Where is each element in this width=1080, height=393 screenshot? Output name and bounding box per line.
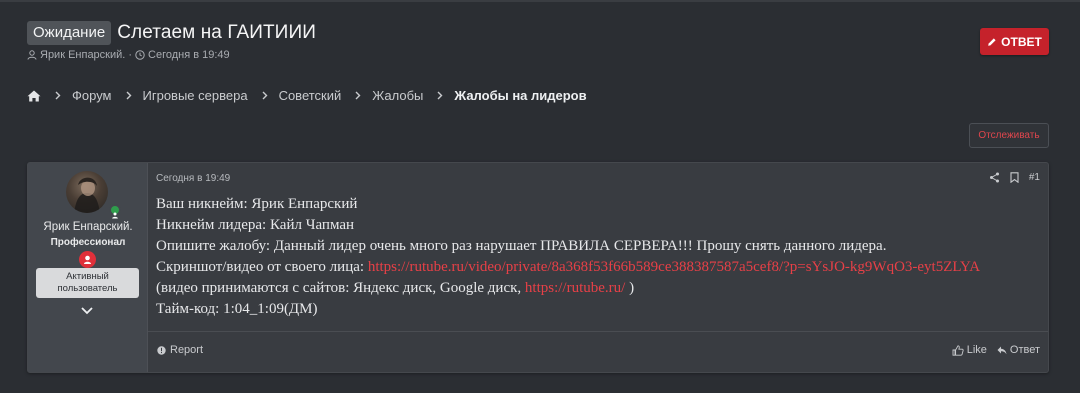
thread-author[interactable]: Ярик Енпарский. xyxy=(40,49,125,61)
chevron-down-icon[interactable] xyxy=(80,306,94,315)
post-line-timecode: Тайм-код: 1:04_1:09(ДМ) xyxy=(156,301,318,317)
meta-separator: · xyxy=(128,49,133,61)
sites-suffix: ) xyxy=(625,280,635,296)
reply-button-label: ОТВЕТ xyxy=(1001,34,1042,49)
watch-button[interactable]: Отслеживать xyxy=(969,123,1049,148)
like-label: Like xyxy=(966,344,987,356)
online-status-icon xyxy=(109,204,121,219)
bookmark-icon[interactable] xyxy=(1010,172,1019,183)
post-user-column: Ярик Енпарский. Профессионал Активный по… xyxy=(28,163,148,372)
report-button[interactable]: Report xyxy=(157,344,203,356)
top-divider xyxy=(0,0,1080,2)
rutube-link[interactable]: https://rutube.ru/ xyxy=(525,280,625,296)
breadcrumb-item-forum[interactable]: Форум xyxy=(72,88,112,103)
post-line-leader: Никнейм лидера: Кайл Чапман xyxy=(156,217,355,233)
chevron-right-icon xyxy=(437,91,443,100)
reply-post-button[interactable]: Ответ xyxy=(997,344,1040,356)
breadcrumb-item-complaints[interactable]: Жалобы xyxy=(372,88,423,103)
post: Ярик Енпарский. Профессионал Активный по… xyxy=(27,162,1049,373)
reply-arrow-icon xyxy=(997,346,1007,355)
post-user-title: Профессионал xyxy=(50,237,126,248)
breadcrumb-item-game-servers[interactable]: Игровые сервера xyxy=(143,88,248,103)
post-line-sites: (видео принимаются с сайтов: Яндекс диск… xyxy=(156,278,1036,299)
home-icon[interactable] xyxy=(27,90,41,102)
badge-icon xyxy=(79,251,96,268)
footer-actions: Like Ответ xyxy=(942,344,1040,356)
pencil-icon xyxy=(987,37,997,47)
video-link[interactable]: https://rutube.ru/video/private/8a368f53… xyxy=(368,259,980,275)
post-username[interactable]: Ярик Енпарский. xyxy=(28,221,148,233)
chevron-right-icon xyxy=(262,91,268,100)
share-icon[interactable] xyxy=(989,172,1000,183)
report-label: Report xyxy=(170,344,204,356)
post-line-video: Скриншот/видео от своего лица: https://r… xyxy=(156,257,1036,278)
post-date[interactable]: Сегодня в 19:49 xyxy=(156,173,230,184)
user-badge: Активный пользователь xyxy=(36,268,139,298)
status-label[interactable]: Ожидание xyxy=(27,21,112,45)
clock-icon xyxy=(135,50,145,60)
post-line-nickname: Ваш никнейм: Ярик Енпарский xyxy=(156,196,358,212)
reply-button[interactable]: ОТВЕТ xyxy=(980,28,1049,55)
sites-prefix: (видео принимаются с сайтов: Яндекс диск… xyxy=(156,280,525,296)
post-footer: Report Like Ответ xyxy=(148,331,1048,372)
chevron-right-icon xyxy=(55,91,61,100)
chevron-right-icon xyxy=(355,91,361,100)
breadcrumb-item-sovetsky[interactable]: Советский xyxy=(279,88,342,103)
like-icon xyxy=(952,344,964,356)
breadcrumb: Форум Игровые сервера Советский Жалобы Ж… xyxy=(27,88,587,103)
post-line-complaint: Опишите жалобу: Данный лидер очень много… xyxy=(156,238,887,254)
video-prefix: Скриншот/видео от своего лица: xyxy=(156,259,368,275)
user-badge-line1: Активный xyxy=(66,271,109,282)
thread-date[interactable]: Сегодня в 19:49 xyxy=(148,49,230,61)
thread-meta: Ярик Енпарский. · Сегодня в 19:49 xyxy=(27,49,230,61)
thread-header: Ожидание Слетаем на ГАИТИИИ xyxy=(27,21,316,45)
page-title: Слетаем на ГАИТИИИ xyxy=(117,22,316,43)
post-number[interactable]: #1 xyxy=(1029,172,1040,183)
like-button[interactable]: Like xyxy=(952,344,987,356)
chevron-right-icon xyxy=(126,91,132,100)
reply-label: Ответ xyxy=(1009,344,1040,356)
post-body: Ваш никнейм: Ярик Енпарский Никнейм лиде… xyxy=(156,194,1036,320)
avatar[interactable] xyxy=(66,171,108,213)
post-actions: #1 xyxy=(979,172,1040,183)
report-icon xyxy=(157,345,166,355)
user-badge-line2: пользователь xyxy=(57,283,118,294)
user-icon xyxy=(27,50,37,60)
breadcrumb-item-leader-complaints[interactable]: Жалобы на лидеров xyxy=(454,88,586,103)
